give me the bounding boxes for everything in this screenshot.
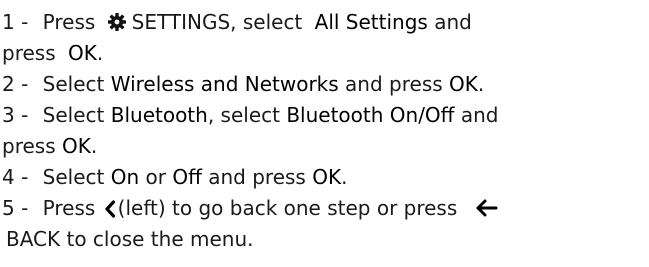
wireless-networks-label: Wireless and Networks <box>110 72 339 96</box>
step-text: Select <box>42 72 105 96</box>
step-3: 3 - Select Bluetooth, select Bluetooth O… <box>2 100 649 131</box>
off-label: Off <box>172 165 202 189</box>
instruction-steps: 1 - Press SETTINGS, select All Settings <box>0 0 649 255</box>
step-text: BACK to close the menu. <box>6 227 254 251</box>
step-4: 4 - Select On or Off and press OK. <box>2 162 649 193</box>
step-text: and press <box>208 165 306 189</box>
all-settings-label: All Settings <box>314 10 428 34</box>
step-1-continued: press OK. <box>2 38 649 69</box>
period: . <box>341 165 348 189</box>
ok-label: OK <box>67 41 97 65</box>
step-text: Press <box>42 10 96 34</box>
settings-label: SETTINGS, select <box>131 10 303 34</box>
period: . <box>96 41 104 65</box>
back-arrow-icon <box>474 198 498 218</box>
ok-label: OK <box>312 165 342 189</box>
step-5: 5 - Press (left) to go back one step or … <box>2 193 649 224</box>
gear-icon <box>107 12 127 32</box>
step-number: 1 - <box>2 10 29 34</box>
ok-label: OK <box>61 134 91 158</box>
step-text: and <box>434 10 472 34</box>
step-text: (left) to go back one step or press <box>117 196 458 220</box>
step-1: 1 - Press SETTINGS, select All Settings <box>2 7 649 38</box>
chevron-left-icon <box>104 200 116 218</box>
bluetooth-onoff-label: Bluetooth On/Off <box>286 103 455 127</box>
ok-label: OK <box>449 72 478 96</box>
bluetooth-label: Bluetooth <box>110 103 208 127</box>
step-text: and press <box>345 72 443 96</box>
step-text: or <box>145 165 166 189</box>
period: . <box>477 72 485 96</box>
step-text: , select <box>207 103 280 127</box>
step-text: press <box>2 134 56 158</box>
step-text: Press <box>42 196 96 220</box>
on-label: On <box>110 165 140 189</box>
step-number: 5 - <box>2 196 29 220</box>
step-3-continued: press OK. <box>2 131 649 162</box>
step-number: 3 - <box>2 103 29 127</box>
step-number: 2 - <box>2 72 29 96</box>
step-2: 2 - Select Wireless and Networks and pre… <box>2 69 649 100</box>
step-text: press <box>2 41 56 65</box>
step-text: and <box>460 103 499 127</box>
step-number: 4 - <box>2 165 29 189</box>
step-text: Select <box>42 103 105 127</box>
period: . <box>90 134 98 158</box>
step-5-continued: BACK to close the menu. <box>2 224 649 255</box>
step-text: Select <box>42 165 105 189</box>
